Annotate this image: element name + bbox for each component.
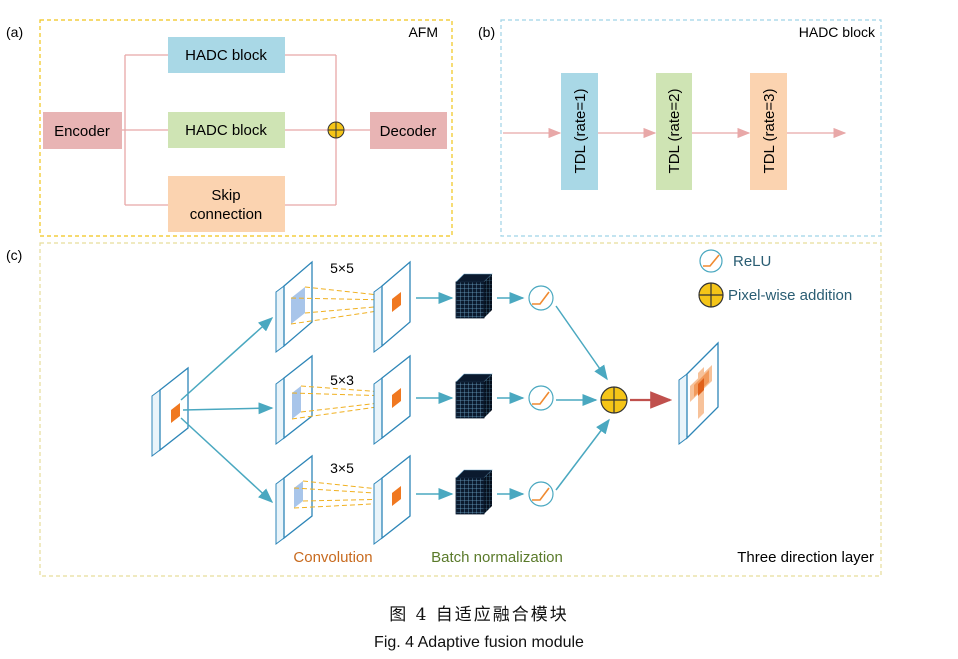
hadc-block-top-label: HADC block: [185, 47, 267, 64]
legend-addition-icon: [698, 282, 724, 308]
pixel-addition-icon: [600, 386, 628, 414]
tdl-label-1: TDL (rate=1): [572, 89, 589, 174]
panel-c-label: (c): [6, 247, 22, 263]
bn-cube-3: [455, 469, 493, 515]
batch-normalization-label: Batch normalization: [431, 549, 563, 566]
tdl-label-3: TDL (rate=3): [761, 89, 778, 174]
legend: ReLU Pixel-wise addition: [698, 249, 852, 308]
legend-relu-label: ReLU: [733, 253, 771, 270]
caption-chinese: 图 4 自适应融合模块: [389, 605, 569, 625]
split-arrow-bot: [180, 417, 274, 504]
skip-connection-label-2: connection: [190, 206, 263, 223]
relu-icon-3: [528, 481, 554, 507]
three-direction-layer-label: Three direction layer: [737, 549, 874, 566]
kernel-label-5x5: 5×5: [330, 260, 354, 276]
panel-a-title: AFM: [408, 24, 438, 40]
decoder-label: Decoder: [380, 123, 437, 140]
input-feature-map: [151, 366, 189, 457]
bn-cube-2: [455, 373, 493, 419]
split-arrow-mid: [182, 402, 274, 415]
encoder-label: Encoder: [54, 123, 110, 140]
tdl-label-2: TDL (rate=2): [666, 89, 683, 174]
output-feature-map: [678, 341, 719, 445]
merge-arrow-bot: [555, 418, 610, 491]
panel-b-label: (b): [478, 24, 495, 40]
branch-5x3: 5×3: [275, 354, 554, 445]
branch-3x5: 3×5: [275, 454, 554, 545]
bn-cube-1: [455, 273, 493, 319]
merge-arrow-top: [555, 305, 608, 381]
relu-icon-1: [528, 285, 554, 311]
panel-a: (a) AFM Encoder HADC block HADC block Sk…: [6, 19, 453, 237]
panel-b: (b) HADC block TDL (rate=1) TDL (rate=2)…: [478, 19, 882, 237]
branch-5x5: 5×5: [275, 260, 554, 353]
legend-relu-icon: [699, 249, 723, 273]
adaptive-fusion-diagram: (a) AFM Encoder HADC block HADC block Sk…: [6, 19, 882, 577]
afm-adder-icon: [327, 121, 345, 139]
kernel-label-5x3: 5×3: [330, 372, 354, 388]
panel-b-title: HADC block: [799, 24, 876, 40]
skip-connection-box: [168, 176, 285, 232]
kernel-label-3x5: 3×5: [330, 460, 354, 476]
legend-addition-label: Pixel-wise addition: [728, 287, 852, 304]
panel-a-label: (a): [6, 24, 23, 40]
hadc-block-mid-label: HADC block: [185, 122, 267, 139]
convolution-label: Convolution: [293, 549, 372, 566]
caption-english: Fig. 4 Adaptive fusion module: [374, 634, 584, 651]
panel-c: (c) 5×5 5×3 3×5 ReLU Pixel-wise addition…: [6, 242, 882, 577]
skip-connection-label-1: Skip: [211, 187, 240, 204]
split-arrow-top: [180, 316, 274, 401]
relu-icon-2: [528, 385, 554, 411]
